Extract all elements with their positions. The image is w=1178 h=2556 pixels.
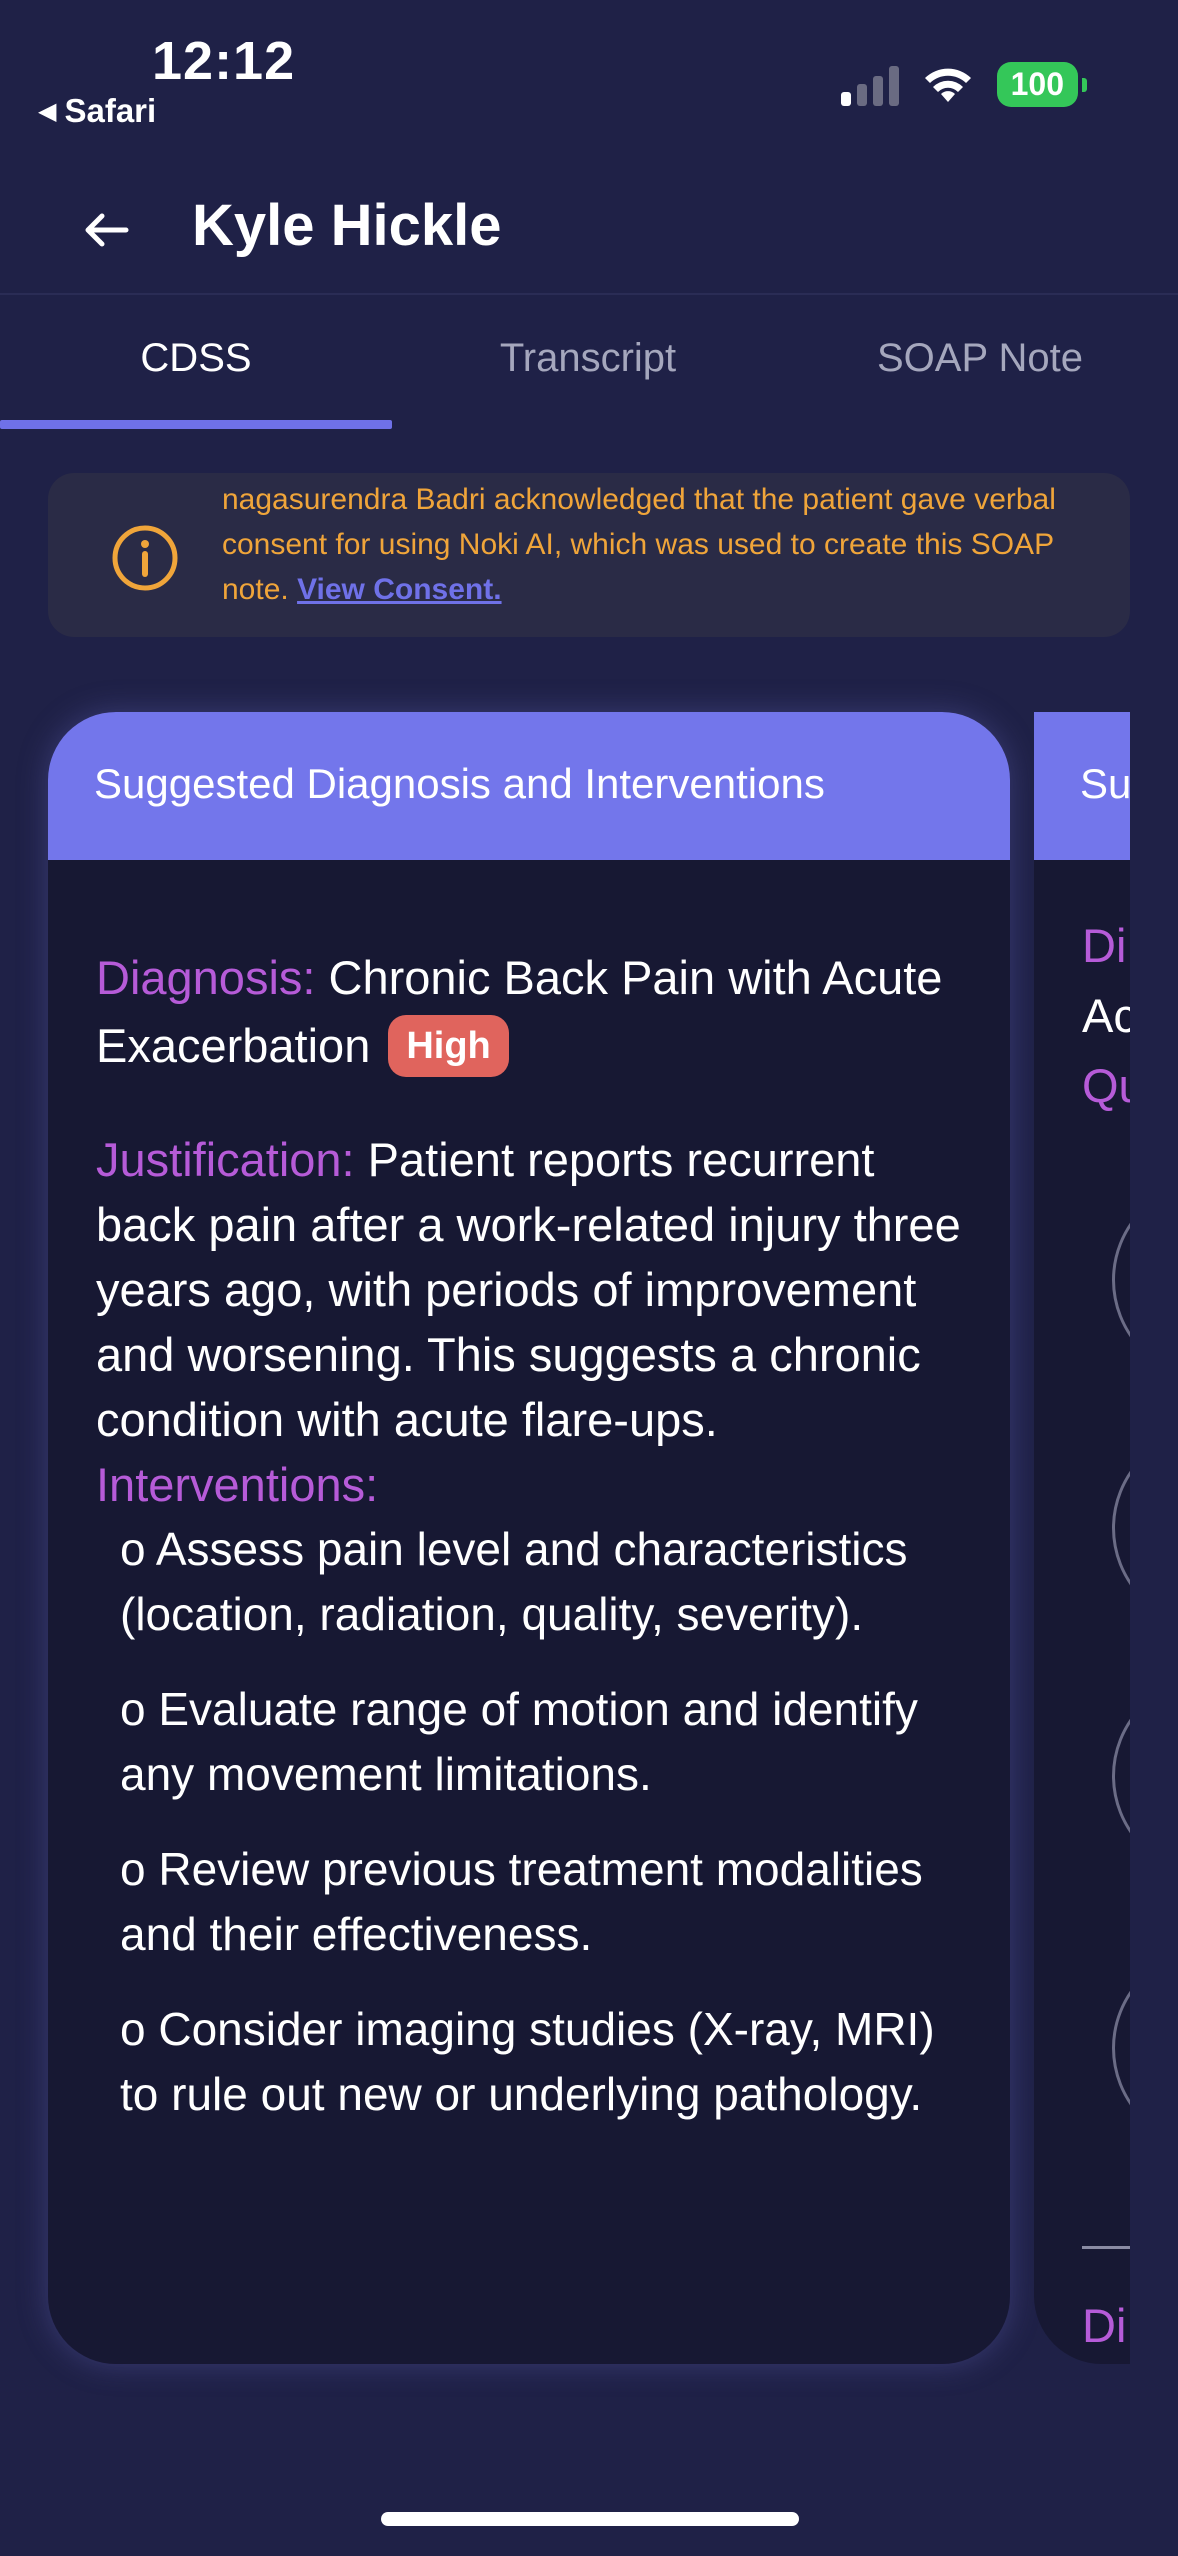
justification: Justification: Patient reports recurrent… (96, 1127, 976, 1452)
next-card-peek[interactable]: Su Di Ac Qu Di (1034, 712, 1130, 2364)
status-indicators: 100 (840, 62, 1088, 107)
card-title: Suggested Diagnosis and Interventions (94, 760, 825, 807)
option-circle-icon (1112, 1180, 1130, 1380)
option-circle-icon (1112, 1428, 1130, 1628)
battery-indicator: 100 (996, 62, 1088, 107)
justification-label: Justification: (96, 1132, 355, 1186)
screen: 12:12 ◀ Safari 100 Kyle Hickle CDSS Tran… (0, 0, 1178, 2556)
diagnosis-card: Suggested Diagnosis and Interventions Di… (48, 712, 1010, 2364)
next-card-line: Ac (1082, 989, 1130, 1042)
interventions-label: Interventions: (96, 1457, 379, 1511)
top-header: Kyle Hickle (0, 170, 1178, 295)
wifi-icon (924, 68, 971, 102)
info-icon (112, 525, 178, 591)
intervention-item: o Review previous treatment modalities a… (120, 1842, 923, 1960)
next-card-line: Di (1082, 2299, 1127, 2352)
diagnosis: Diagnosis: Chronic Back Pain with Acute … (96, 944, 976, 1081)
view-consent-link[interactable]: View Consent. (297, 573, 502, 606)
priority-badge: High (388, 1014, 509, 1077)
active-tab-indicator (0, 420, 392, 429)
intervention-item: o Evaluate range of motion and identify … (120, 1682, 918, 1800)
next-card-header: Su (1034, 712, 1130, 860)
tab-transcript[interactable]: Transcript (392, 296, 784, 428)
back-triangle-icon: ◀ (38, 97, 57, 125)
status-time: 12:12 (152, 31, 296, 91)
consent-message: nagasurendra Badri acknowledged that the… (222, 477, 1112, 612)
next-card-line: Qu (1082, 1059, 1130, 1112)
back-app-label: Safari (64, 92, 157, 129)
page-title: Kyle Hickle (192, 193, 502, 258)
diagnosis-label: Diagnosis: (96, 951, 316, 1004)
interventions-list: o Assess pain level and characteristics … (96, 1517, 976, 2127)
next-card-title: Su (1080, 760, 1130, 807)
divider (1082, 2246, 1130, 2249)
option-circle-icon (1112, 1676, 1130, 1876)
card-header: Suggested Diagnosis and Interventions (48, 712, 1010, 860)
cellular-signal-icon (840, 64, 899, 106)
back-arrow-icon[interactable] (76, 200, 136, 260)
tab-bar: CDSS Transcript SOAP Note (0, 296, 1178, 428)
option-circle-icon (1112, 1948, 1130, 2148)
next-card: Su Di Ac Qu Di (1034, 712, 1130, 2364)
tab-cdss[interactable]: CDSS (0, 296, 392, 428)
tab-soap-note[interactable]: SOAP Note (784, 296, 1176, 428)
next-card-line: Di (1082, 919, 1127, 972)
consent-banner: nagasurendra Badri acknowledged that the… (48, 473, 1130, 637)
back-to-app-link[interactable]: ◀ Safari (38, 92, 156, 130)
intervention-item: o Assess pain level and characteristics … (120, 1522, 908, 1640)
home-indicator[interactable] (381, 2512, 799, 2526)
card-body: Diagnosis: Chronic Back Pain with Acute … (96, 944, 976, 2157)
intervention-item: o Consider imaging studies (X-ray, MRI) … (120, 2002, 935, 2120)
